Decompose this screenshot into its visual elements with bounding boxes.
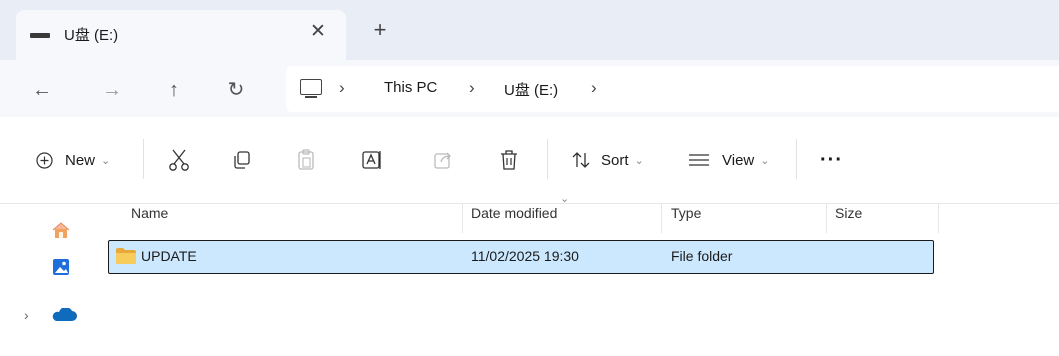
view-list-icon: [688, 152, 710, 168]
up-button[interactable]: ↑: [160, 76, 188, 104]
breadcrumb-drive[interactable]: U盘 (E:): [504, 79, 558, 100]
sort-indicator-icon: ⌄: [560, 193, 570, 205]
paste-button[interactable]: [297, 147, 315, 173]
chevron-down-icon: ⌄: [634, 154, 644, 167]
folder-icon: [115, 247, 137, 265]
more-icon: ···: [820, 148, 843, 171]
command-bar: New ⌄ Sort ⌄ View ⌄ ···: [0, 117, 1059, 204]
gallery-icon[interactable]: [52, 258, 70, 281]
sort-icon: [571, 151, 591, 169]
more-options-button[interactable]: ···: [820, 147, 843, 173]
divider: [143, 139, 144, 179]
delete-button[interactable]: [499, 147, 519, 173]
column-divider[interactable]: [826, 203, 827, 233]
breadcrumb-this-pc[interactable]: This PC: [384, 79, 437, 96]
column-divider[interactable]: [661, 203, 662, 233]
onedrive-icon[interactable]: [50, 307, 78, 327]
home-icon[interactable]: [51, 221, 71, 244]
view-label: View: [722, 151, 755, 169]
new-tab-button[interactable]: +: [368, 18, 392, 42]
trash-icon: [499, 149, 519, 171]
close-tab-button[interactable]: ✕: [306, 20, 330, 44]
file-row-selected[interactable]: UPDATE 11/02/2025 19:30 File folder: [108, 240, 934, 274]
divider: [796, 139, 797, 179]
back-button[interactable]: ←: [28, 76, 56, 104]
column-header-size[interactable]: Size: [835, 205, 862, 235]
share-icon: [433, 150, 453, 170]
tab-drive[interactable]: U盘 (E:) ✕: [16, 10, 346, 60]
tab-title: U盘 (E:): [64, 27, 119, 44]
navigation-pane: ›: [0, 203, 100, 356]
chevron-down-icon: ⌄: [101, 154, 111, 167]
column-header-name[interactable]: Name: [131, 205, 168, 235]
expand-chevron-icon[interactable]: ›: [24, 307, 29, 323]
breadcrumb-separator: ›: [339, 78, 345, 97]
column-header-type[interactable]: Type: [671, 205, 701, 235]
plus-circle-icon: [36, 151, 53, 169]
sort-button[interactable]: Sort ⌄: [571, 147, 644, 173]
copy-icon: [232, 150, 252, 170]
navigation-bar: ← → ↑ ↻ › This PC › U盘 (E:) ›: [0, 60, 1059, 117]
sort-label: Sort: [601, 151, 629, 169]
address-bar[interactable]: › This PC › U盘 (E:) ›: [286, 66, 1059, 112]
drive-icon: [30, 33, 50, 38]
view-button[interactable]: View ⌄: [688, 147, 769, 173]
title-bar: U盘 (E:) ✕ +: [0, 0, 1059, 60]
refresh-button[interactable]: ↻: [222, 76, 250, 104]
column-header-date-modified[interactable]: Date modified: [471, 205, 557, 235]
column-divider[interactable]: [938, 203, 939, 233]
scissors-icon: [168, 148, 190, 172]
share-button[interactable]: [433, 147, 453, 173]
file-name: UPDATE: [141, 248, 197, 264]
new-button[interactable]: New ⌄: [36, 147, 110, 173]
this-pc-icon[interactable]: [300, 79, 322, 98]
copy-button[interactable]: [232, 147, 252, 173]
file-type: File folder: [671, 248, 733, 264]
column-divider[interactable]: [462, 203, 463, 233]
file-date-modified: 11/02/2025 19:30: [471, 248, 579, 264]
new-label: New: [65, 151, 96, 169]
divider: [547, 139, 548, 179]
chevron-down-icon: ⌄: [760, 154, 770, 167]
paste-icon: [297, 149, 315, 171]
cut-button[interactable]: [168, 147, 190, 173]
breadcrumb-separator: ›: [469, 78, 475, 97]
rename-button[interactable]: [361, 147, 383, 173]
breadcrumb-expand[interactable]: ›: [591, 78, 597, 98]
forward-button[interactable]: →: [98, 76, 126, 104]
rename-icon: [361, 150, 383, 170]
